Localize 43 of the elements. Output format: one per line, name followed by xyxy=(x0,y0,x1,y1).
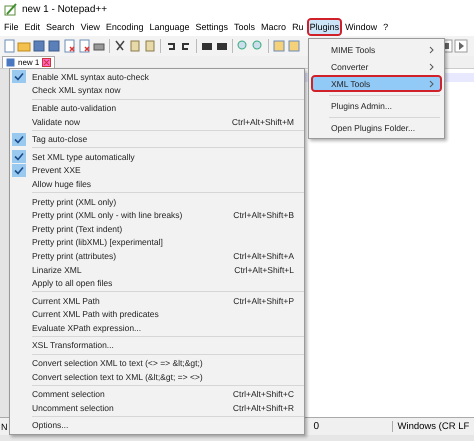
menu-item[interactable]: Pretty print (libXML) [experimental] xyxy=(12,236,304,250)
menu-item[interactable]: Pretty print (Text indent) xyxy=(12,222,304,236)
status-text: N xyxy=(0,422,8,432)
menu-item[interactable]: Settings xyxy=(192,18,232,36)
menu-item[interactable]: ? xyxy=(380,18,392,36)
window-title: new 1 - Notepad++ xyxy=(22,4,108,14)
document-icon[interactable] xyxy=(2,39,16,53)
status-position: 0 xyxy=(310,421,392,432)
menu-item[interactable]: Apply to all open files xyxy=(12,276,304,290)
menu-item[interactable]: Edit xyxy=(22,18,44,36)
menu-item[interactable]: Pretty print (attributes) Ctrl+Alt+Shift+A xyxy=(12,249,304,263)
menu-item[interactable]: Convert selection text to XML (&lt;&gt; => <>) xyxy=(12,370,304,384)
menu-item[interactable]: Uncomment selection Ctrl+Alt+Shift+R xyxy=(12,401,304,415)
menu-item[interactable]: XML Tools xyxy=(311,75,442,92)
menu-item[interactable]: Current XML Path with predicates xyxy=(12,308,304,322)
menu-item[interactable]: Pretty print (XML only - with line breaks) Ctrl+Alt+Shift+B xyxy=(12,208,304,222)
app-icon xyxy=(4,2,17,16)
menu-item[interactable]: Set XML type automatically xyxy=(12,146,304,164)
menu-item[interactable]: File xyxy=(1,18,22,36)
menu-item[interactable]: Language xyxy=(146,18,192,36)
menu-item[interactable]: Linarize XML Ctrl+Alt+Shift+L xyxy=(12,262,304,276)
document-x-icon[interactable] xyxy=(62,39,76,53)
menu-item[interactable]: Prevent XXE xyxy=(12,164,304,178)
status-eol: Windows (CR LF xyxy=(396,421,470,432)
menu-item[interactable]: Plugins xyxy=(306,18,342,36)
menu-item[interactable]: Tools xyxy=(231,18,258,36)
documents-x-icon[interactable] xyxy=(77,39,91,53)
close-icon[interactable] xyxy=(42,58,52,67)
file-tab[interactable]: new 1 xyxy=(2,56,56,68)
menu-item[interactable]: Window xyxy=(342,18,380,36)
menu-item[interactable]: View xyxy=(78,18,103,36)
menu-item[interactable]: Search xyxy=(43,18,78,36)
menu-item[interactable]: Enable XML syntax auto-check xyxy=(12,70,304,84)
menu-item[interactable]: Macro xyxy=(258,18,290,36)
menu-item[interactable]: Ru xyxy=(289,18,307,36)
menu-item[interactable]: Check XML syntax now xyxy=(12,84,304,98)
menu-item[interactable]: Allow huge files xyxy=(12,177,304,191)
play-icon[interactable] xyxy=(454,39,468,53)
menu-item[interactable]: Tag auto-close xyxy=(12,128,304,146)
menu-item[interactable]: Converter xyxy=(311,58,442,75)
menu-item[interactable]: Validate now Ctrl+Alt+Shift+M xyxy=(12,114,304,128)
menu-item[interactable]: Evaluate XPath expression... xyxy=(12,321,304,335)
menu-item[interactable]: Encoding xyxy=(102,18,146,36)
